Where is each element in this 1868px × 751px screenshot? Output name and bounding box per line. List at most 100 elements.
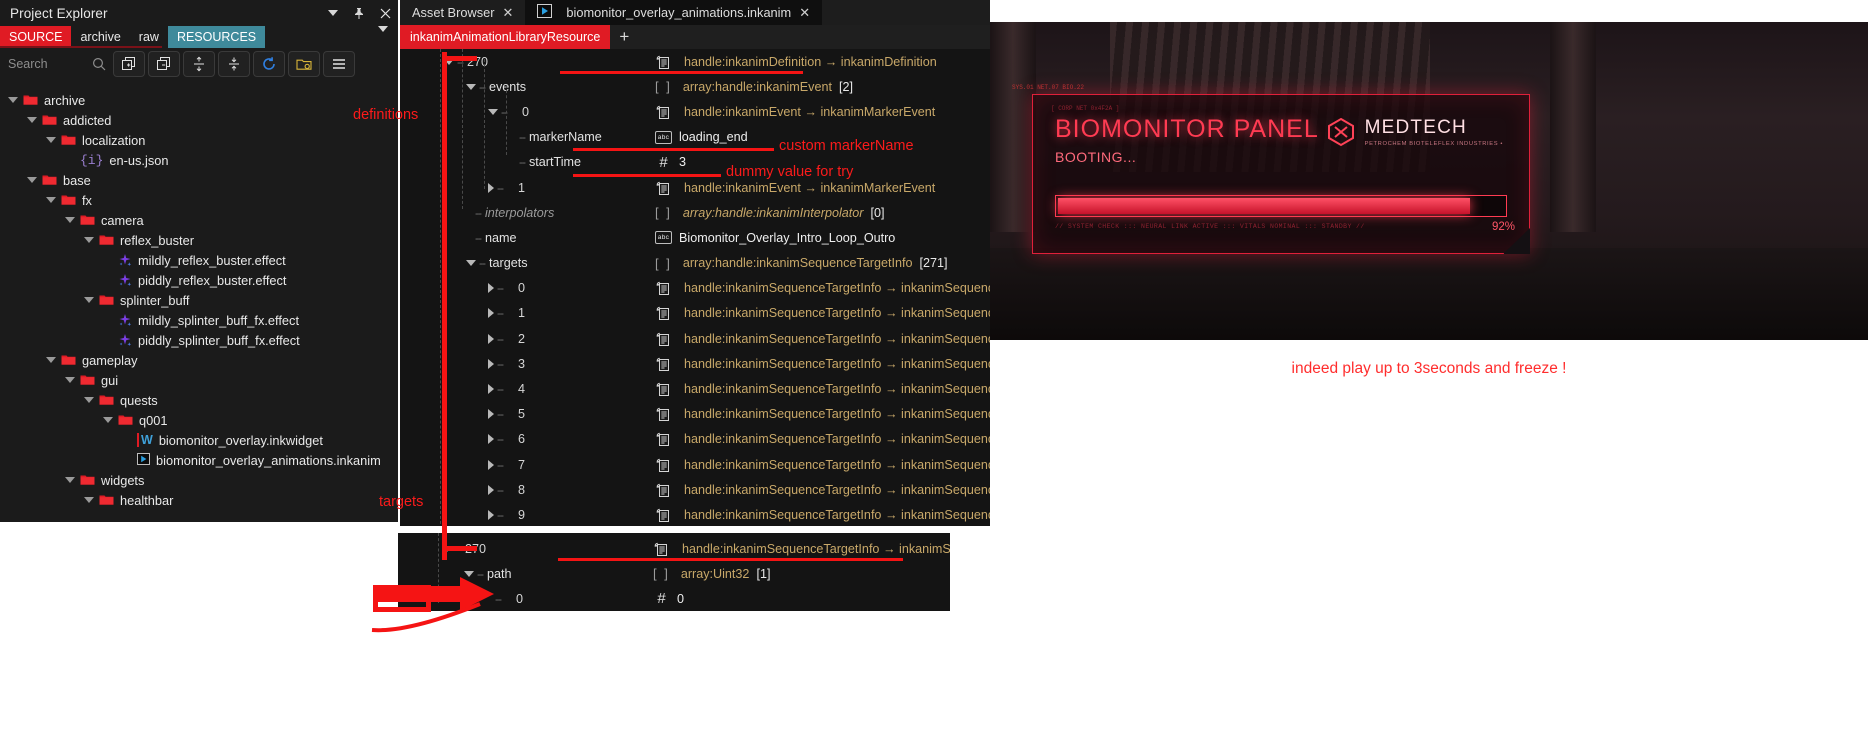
collapse-vertical-icon[interactable] (218, 51, 250, 77)
prop-row-index-1[interactable]: -- 1 handle:inkanimSequenceTargetInfo → in… (400, 301, 990, 326)
tree-toggle-icon[interactable] (466, 83, 476, 90)
tree-toggle-icon[interactable] (27, 117, 37, 123)
prop-row-index-0[interactable]: -- 0 handle:inkanimEvent → inkanimMarkerEv… (400, 99, 990, 124)
close-icon[interactable] (378, 6, 392, 20)
tree-toggle-icon[interactable] (46, 357, 56, 363)
menu-icon[interactable] (323, 51, 355, 77)
tab-archive[interactable]: archive (71, 26, 129, 48)
widget-icon: W (137, 433, 153, 447)
tree-toggle-icon[interactable] (488, 484, 494, 495)
tree-toggle-icon[interactable] (8, 97, 18, 103)
tree-item-addicted[interactable]: addicted (0, 110, 398, 130)
tree-toggle-icon[interactable] (488, 182, 494, 193)
expand-all-icon[interactable] (113, 51, 145, 77)
search-field[interactable] (6, 51, 110, 77)
tab-source[interactable]: SOURCE (0, 26, 72, 48)
add-tab-button[interactable]: + (610, 25, 638, 49)
pin-icon[interactable] (352, 6, 366, 20)
prop-value[interactable]: 0 (677, 592, 684, 606)
tree-toggle-icon[interactable] (466, 260, 476, 267)
tree-item-splinter-buff[interactable]: splinter_buff (0, 290, 398, 310)
tree-toggle-icon[interactable] (65, 477, 75, 483)
prop-row-name[interactable]: -- name abc Biomonitor_Overlay_Intro_Loop_O… (400, 225, 990, 250)
tab-resources[interactable]: RESOURCES (167, 26, 266, 48)
tree-item-label: quests (120, 392, 158, 408)
tree-toggle-icon[interactable] (65, 217, 75, 223)
tree-item-piddly-reflex-buster-effect[interactable]: piddly_reflex_buster.effect (0, 270, 398, 290)
annotation-highlight-box (373, 585, 431, 612)
tree-toggle-icon[interactable] (27, 177, 37, 183)
biomonitor-hud-panel: [ CORP NET 0x4F2A ] BIOMONITOR PANEL BOO… (1032, 94, 1530, 254)
refresh-icon[interactable] (253, 51, 285, 77)
tree-toggle-icon[interactable] (84, 237, 94, 243)
prop-row-index-6[interactable]: -- 6 handle:inkanimSequenceTargetInfo → in… (400, 427, 990, 452)
tree-item-mildly-splinter-buff-fx-effect[interactable]: mildly_splinter_buff_fx.effect (0, 310, 398, 330)
tree-item-localization[interactable]: localization (0, 130, 398, 150)
tree-item-healthbar[interactable]: healthbar (0, 490, 398, 510)
tree-item-q001[interactable]: q001 (0, 410, 398, 430)
tab-overflow-chevron-icon[interactable] (378, 26, 388, 50)
tree-toggle-icon[interactable] (488, 384, 494, 395)
prop-row-index-5[interactable]: -- 5 handle:inkanimSequenceTargetInfo → in… (400, 402, 990, 427)
tree-toggle-icon[interactable] (103, 417, 113, 423)
tree-toggle-icon[interactable] (488, 308, 494, 319)
expand-vertical-icon[interactable] (183, 51, 215, 77)
close-icon[interactable]: ✕ (799, 5, 810, 21)
prop-row-index-8[interactable]: -- 8 handle:inkanimSequenceTargetInfo → in… (400, 477, 990, 502)
tab-inkanim[interactable]: biomonitor_overlay_animations.inkanim ✕ (525, 0, 823, 25)
tree-item-biomonitor-overlay-animations-inkanim[interactable]: biomonitor_overlay_animations.inkanim (0, 450, 398, 470)
tree-toggle-icon[interactable] (488, 108, 498, 115)
tree-item-gui[interactable]: gui (0, 370, 398, 390)
prop-value[interactable]: Biomonitor_Overlay_Intro_Loop_Outro (679, 231, 895, 245)
prop-value[interactable]: 3 (679, 155, 686, 169)
tree-item-piddly-splinter-buff-fx-effect[interactable]: piddly_splinter_buff_fx.effect (0, 330, 398, 350)
tree-item-widgets[interactable]: widgets (0, 470, 398, 490)
tree-item-gameplay[interactable]: gameplay (0, 350, 398, 370)
prop-row-index-4[interactable]: -- 4 handle:inkanimSequenceTargetInfo → in… (400, 376, 990, 401)
tree-item-en-us-json[interactable]: {i} en-us.json (0, 150, 398, 170)
prop-row-index-7[interactable]: -- 7 handle:inkanimSequenceTargetInfo → in… (400, 452, 990, 477)
tree-toggle-icon[interactable] (488, 459, 494, 470)
tree-item-biomonitor-overlay-inkwidget[interactable]: Wbiomonitor_overlay.inkwidget (0, 430, 398, 450)
tree-toggle-icon[interactable] (84, 397, 94, 403)
prop-row-index-9[interactable]: -- 9 handle:inkanimSequenceTargetInfo → in… (400, 502, 990, 526)
chevron-down-icon[interactable] (326, 6, 340, 20)
tree-toggle-icon[interactable] (84, 297, 94, 303)
tree-item-base[interactable]: base (0, 170, 398, 190)
tree-toggle-icon[interactable] (488, 358, 494, 369)
open-folder-icon[interactable] (288, 51, 320, 77)
play-icon (537, 4, 553, 21)
prop-row-index-3[interactable]: -- 3 handle:inkanimSequenceTargetInfo → in… (400, 351, 990, 376)
tree-toggle-icon[interactable] (488, 333, 494, 344)
tree-item-mildly-reflex-buster-effect[interactable]: mildly_reflex_buster.effect (0, 250, 398, 270)
close-icon[interactable]: ✕ (503, 5, 514, 21)
tree-toggle-icon[interactable] (46, 197, 56, 203)
tree-item-fx[interactable]: fx (0, 190, 398, 210)
collapse-all-icon[interactable] (148, 51, 180, 77)
tab-asset-browser[interactable]: Asset Browser ✕ (400, 0, 526, 25)
prop-row-events[interactable]: -- events[ ] array:handle:inkanimEvent [2] (400, 74, 990, 99)
prop-value[interactable]: loading_end (679, 130, 748, 144)
tree-toggle-icon[interactable] (65, 377, 75, 383)
editor-property-tree[interactable]: -- 2 7 0 handle:inkanimDefinition → inkanimD… (400, 49, 990, 526)
prop-row-index-2[interactable]: -- 2 handle:inkanimSequenceTargetInfo → in… (400, 326, 990, 351)
tree-toggle-icon[interactable] (488, 409, 494, 420)
prop-row-targets[interactable]: -- targets [ ] array:handle:inkanimSequence… (400, 251, 990, 276)
tree-item-camera[interactable]: camera (0, 210, 398, 230)
tree-item-archive[interactable]: archive (0, 90, 398, 110)
prop-type: handle:inkanimSequenceTargetInfo → inkan… (684, 407, 990, 422)
resource-chip[interactable]: inkanimAnimationLibraryResource (400, 25, 611, 49)
prop-row-index-1[interactable]: -- 1 handle:inkanimEvent → inkanimMarkerEv… (400, 175, 990, 200)
tab-raw[interactable]: raw (130, 26, 168, 48)
tree-toggle-icon[interactable] (488, 283, 494, 294)
tree-toggle-icon[interactable] (84, 497, 94, 503)
tree-toggle-icon[interactable] (488, 434, 494, 445)
tree-item-reflex-buster[interactable]: reflex_buster (0, 230, 398, 250)
tree-toggle-icon[interactable] (46, 137, 56, 143)
tree-toggle-icon[interactable] (488, 509, 494, 520)
handle-icon (655, 180, 670, 196)
tree-item-quests[interactable]: quests (0, 390, 398, 410)
prop-row-index-0[interactable]: -- 0 handle:inkanimSequenceTargetInfo → in… (400, 276, 990, 301)
project-tree[interactable]: archive addicted localization {i} en-us.json… (0, 84, 398, 522)
prop-row-interpolators[interactable]: -- interpolators [ ] array:handle:inkanimIn… (400, 200, 990, 225)
